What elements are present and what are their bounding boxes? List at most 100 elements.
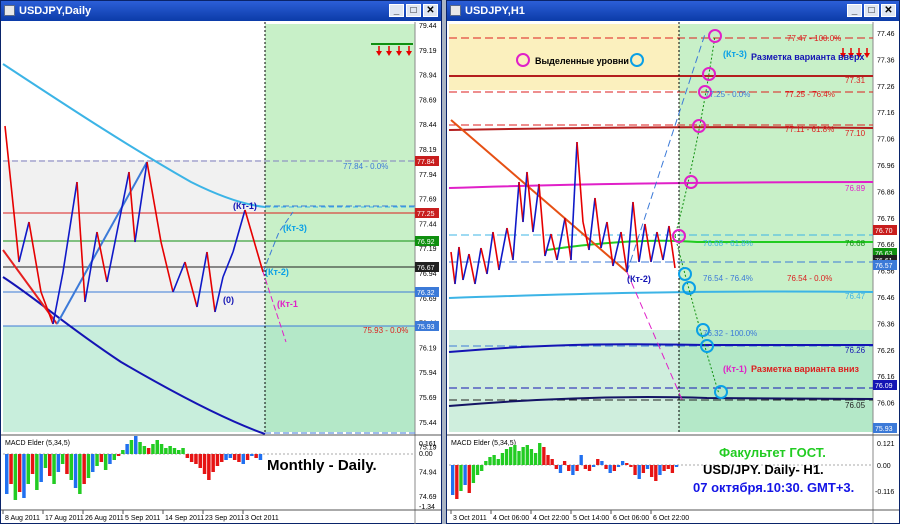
date-axis-labels: 8 Aug 2011 17 Aug 2011 26 Aug 2011 5 Sep 20…: [2, 510, 279, 522]
date-label: 8 Aug 2011: [5, 515, 40, 522]
macd-bar: [591, 465, 596, 467]
price-tick-label: 76.46: [877, 295, 895, 302]
legend-label: Выделенные уровни: [535, 56, 629, 66]
green-projection-zone: [679, 24, 873, 330]
price-tag-label: 75.93: [875, 426, 893, 433]
price-tick-label: 77.46: [877, 31, 895, 38]
macd-bar: [146, 448, 151, 454]
macd-bar: [198, 454, 202, 468]
price-tick-label: 79.44: [419, 23, 437, 30]
macd-bar: [625, 463, 629, 465]
macd-bar: [662, 465, 666, 471]
macd-bar: [232, 454, 237, 460]
maximize-button[interactable]: □: [406, 4, 421, 17]
kt3-label: (Кт-3): [723, 49, 747, 59]
h1-chart-window[interactable]: USDJPY,H1 _ □ ✕ 77.46 77.36 77.26 77.16 77.0…: [446, 0, 900, 524]
macd-bar: [202, 454, 207, 474]
macd-bar: [13, 454, 18, 500]
kt2-label: (Кт-2): [627, 274, 651, 284]
macd-bar: [211, 454, 215, 472]
macd-bar: [600, 461, 604, 465]
maximize-button[interactable]: □: [864, 4, 879, 17]
macd-bar: [177, 450, 181, 454]
macd-bar: [629, 465, 633, 467]
macd-bar: [258, 454, 263, 460]
chart-window-icon: [4, 5, 15, 16]
level-76-89-label: 76.89: [845, 184, 866, 193]
macd-bar: [134, 436, 138, 454]
h1-title-bar[interactable]: USDJPY,H1 _ □ ✕: [447, 1, 899, 21]
date-label: 6 Oct 06:00: [613, 515, 649, 522]
fib-mid-label-b: 77.25 - 76.4%: [785, 90, 835, 99]
date-axis-labels: 3 Oct 2011 4 Oct 06:00 4 Oct 22:00 5 Oct 14…: [450, 510, 689, 522]
price-tick-label: 77.44: [419, 221, 437, 228]
macd-bar: [95, 454, 99, 466]
macd-bar: [65, 454, 69, 474]
daily-chart[interactable]: 79.44 79.19 78.94 78.69 78.44 78.19 77.94 77.69…: [1, 22, 441, 524]
kt1b-label: (Кт-1: [277, 299, 298, 309]
macd-bar: [509, 447, 513, 465]
price-tick-label: 76.94: [419, 271, 437, 278]
macd-bar: [228, 454, 233, 458]
macd-bar: [39, 454, 43, 482]
price-tick-label: 77.19: [419, 246, 437, 253]
price-tick-label: 77.94: [419, 172, 437, 179]
price-tag-label: 76.70: [875, 228, 893, 235]
fib-54a-label: 76.54 - 76.4%: [703, 274, 753, 283]
macd-bar: [645, 465, 650, 469]
macd-bar: [73, 454, 78, 488]
daily-chart-window[interactable]: USDJPY,Daily _ □ ✕ 79.44 79.19 78.94 78.69 7…: [0, 0, 442, 524]
fib-top-label: 77.84 - 0.0%: [343, 162, 388, 171]
macd-bar: [488, 457, 492, 465]
macd-bar: [649, 465, 654, 477]
price-tag-label: 76.09: [875, 383, 893, 390]
macd-bar: [517, 451, 521, 465]
date-label: 14 Sep 2011: [165, 515, 204, 522]
macd-bar: [151, 444, 155, 454]
price-tick-label: 76.96: [877, 163, 895, 170]
minimize-button[interactable]: _: [847, 4, 862, 17]
price-tick-label: 77.26: [877, 84, 895, 91]
price-tag-label: 75.93: [417, 324, 435, 331]
macd-tick-top: 0.121: [877, 441, 895, 448]
macd-bar: [26, 454, 30, 484]
macd-bar: [181, 448, 185, 454]
close-button[interactable]: ✕: [881, 4, 896, 17]
macd-bar: [35, 454, 39, 490]
macd-bar: [112, 454, 116, 460]
macd-bar: [237, 454, 241, 462]
macd-bar: [641, 465, 646, 473]
macd-bar: [587, 465, 592, 471]
macd-bar: [9, 454, 13, 484]
close-button[interactable]: ✕: [423, 4, 438, 17]
macd-bar: [571, 465, 575, 475]
macd-histogram: [451, 443, 679, 499]
price-tick-label: 75.44: [419, 420, 437, 427]
caption-line-3: 07 октября.10:30. GMT+3.: [693, 480, 854, 495]
zero-label: (0): [223, 295, 234, 305]
price-tick-label: 76.36: [877, 321, 895, 328]
macd-bar: [69, 454, 73, 480]
green-projection-zone: [265, 24, 415, 326]
macd-bar: [125, 444, 129, 454]
daily-title-bar[interactable]: USDJPY,Daily _ □ ✕: [1, 1, 441, 21]
fib-mid-label-a: 77.25 - 0.0%: [705, 90, 750, 99]
macd-bar: [558, 465, 563, 473]
macd-bar: [616, 465, 621, 467]
macd-bar: [254, 454, 258, 458]
macd-bar: [612, 465, 617, 471]
h1-chart[interactable]: 77.46 77.36 77.26 77.16 77.06 76.96 76.86 76.76…: [447, 22, 899, 524]
macd-bar: [620, 461, 625, 465]
fib-68-label: 76.68 - 61.8%: [703, 239, 753, 248]
minimize-button[interactable]: _: [389, 4, 404, 17]
price-axis-ticks: 77.46 77.36 77.26 77.16 77.06 76.96 76.86 76.76…: [877, 31, 895, 408]
level-76-05-label: 76.05: [845, 401, 866, 410]
macd-bar: [633, 465, 637, 475]
price-tag-label: 76.92: [417, 239, 435, 246]
macd-bar: [475, 465, 480, 475]
up-variant-label: Разметка варианта вверх: [751, 52, 864, 62]
macd-bar: [142, 446, 147, 454]
macd-bar: [172, 448, 177, 454]
macd-bar: [480, 465, 484, 471]
level-76-26-label: 76.26: [845, 346, 866, 355]
